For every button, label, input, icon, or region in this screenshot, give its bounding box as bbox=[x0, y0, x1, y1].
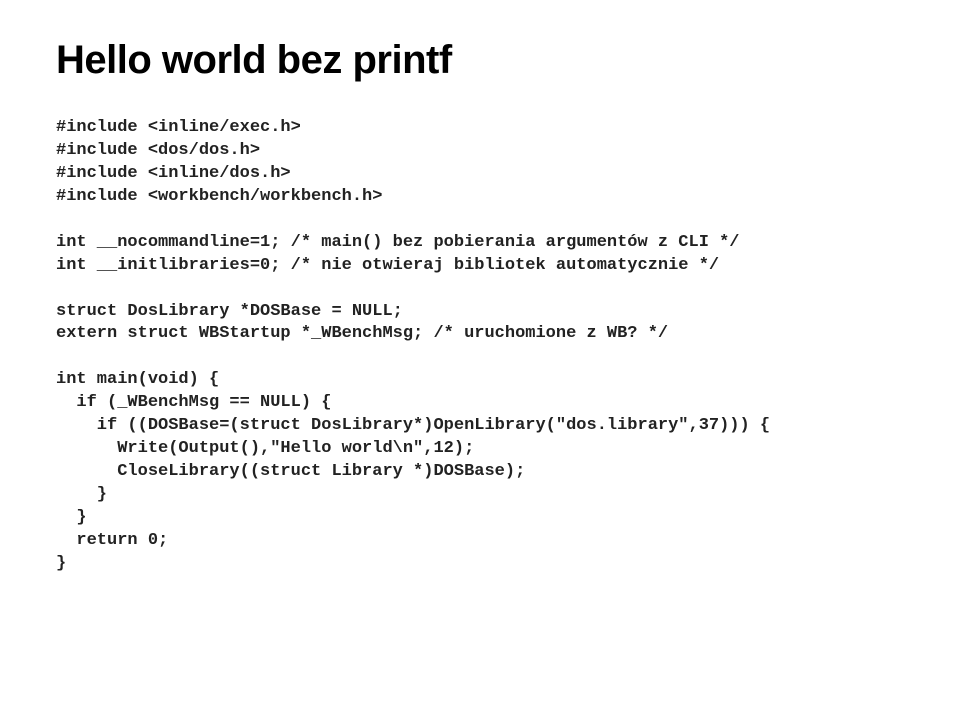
code-line: } bbox=[56, 485, 107, 504]
code-line: int main(void) { bbox=[56, 370, 219, 389]
code-line: #include <dos/dos.h> bbox=[56, 141, 260, 160]
code-line: CloseLibrary((struct Library *)DOSBase); bbox=[56, 462, 525, 481]
code-line: if (_WBenchMsg == NULL) { bbox=[56, 393, 331, 412]
slide-title: Hello world bez printf bbox=[56, 38, 904, 83]
code-block: #include <inline/exec.h> #include <dos/d… bbox=[56, 117, 904, 576]
code-line: extern struct WBStartup *_WBenchMsg; /* … bbox=[56, 324, 668, 343]
code-line: #include <workbench/workbench.h> bbox=[56, 187, 382, 206]
code-line: struct DosLibrary *DOSBase = NULL; bbox=[56, 302, 403, 321]
slide: Hello world bez printf #include <inline/… bbox=[0, 0, 960, 720]
code-line: if ((DOSBase=(struct DosLibrary*)OpenLib… bbox=[56, 416, 770, 435]
code-line: Write(Output(),"Hello world\n",12); bbox=[56, 439, 474, 458]
code-line: #include <inline/dos.h> bbox=[56, 164, 291, 183]
code-line: } bbox=[56, 508, 87, 527]
code-line: #include <inline/exec.h> bbox=[56, 118, 301, 137]
code-line: return 0; bbox=[56, 531, 168, 550]
code-line: } bbox=[56, 554, 66, 573]
code-line: int __initlibraries=0; /* nie otwieraj b… bbox=[56, 256, 719, 275]
code-line: int __nocommandline=1; /* main() bez pob… bbox=[56, 233, 740, 252]
